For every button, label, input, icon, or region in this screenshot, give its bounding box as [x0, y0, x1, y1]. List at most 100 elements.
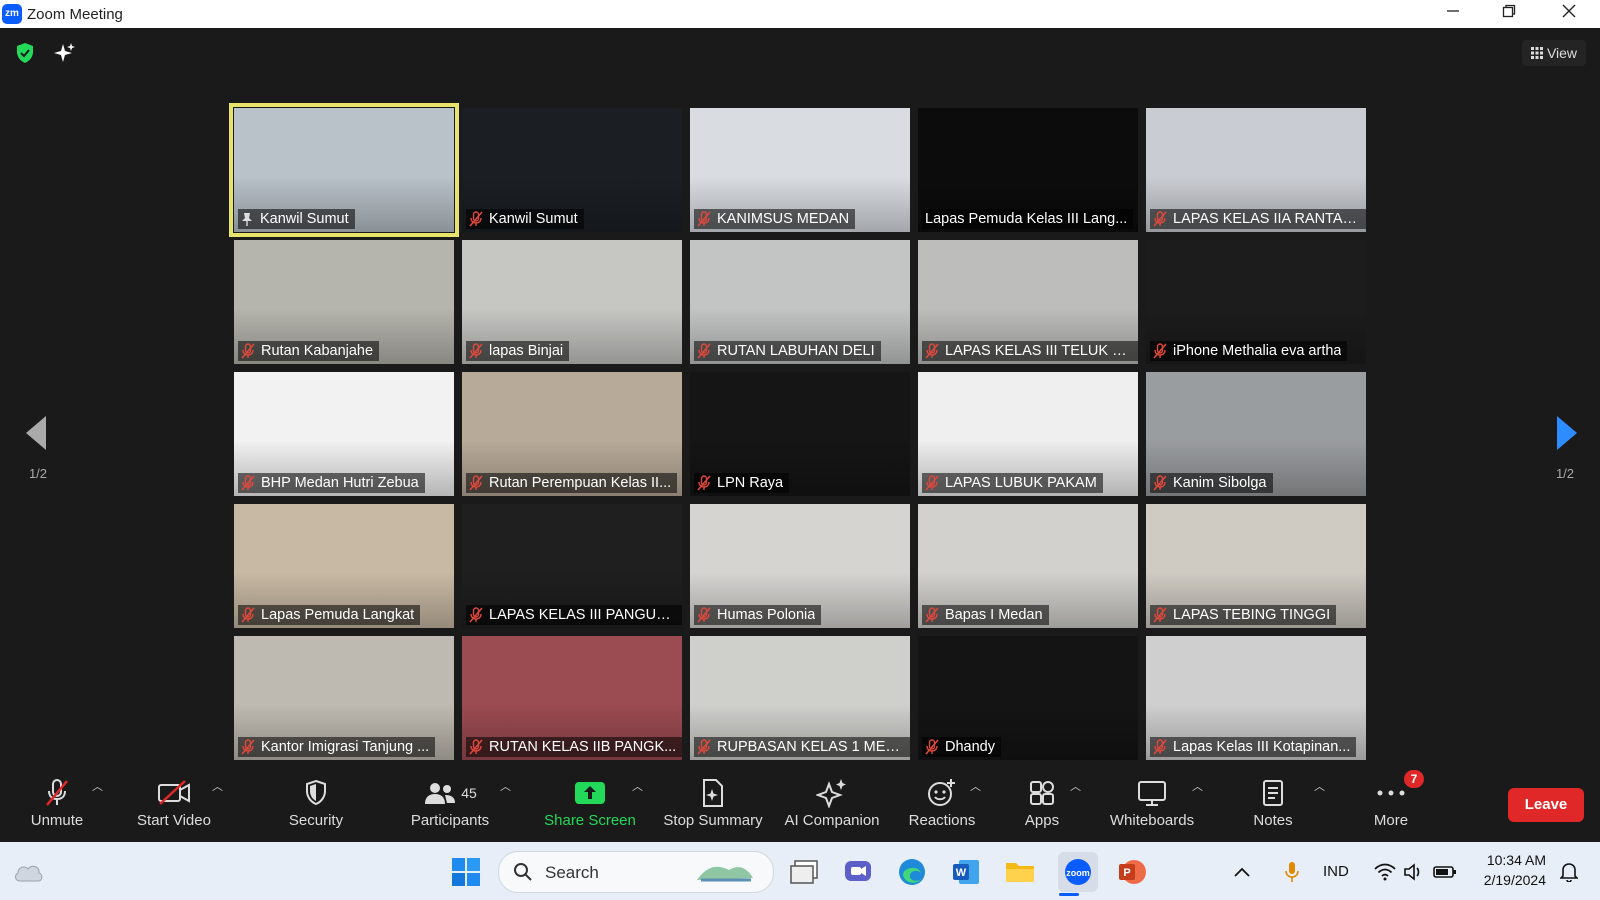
view-button[interactable]: View — [1522, 40, 1586, 66]
restore-button[interactable] — [1486, 0, 1532, 28]
video-options-caret[interactable]: ︿ — [212, 778, 223, 794]
minimize-button[interactable] — [1430, 0, 1476, 28]
mic-off-icon — [469, 475, 483, 491]
task-view-icon[interactable] — [784, 852, 824, 892]
file-explorer-icon[interactable] — [1000, 852, 1040, 892]
whiteboards-button[interactable]: Whiteboards — [1106, 776, 1198, 838]
apps-button[interactable]: Apps — [1010, 776, 1074, 838]
powerpoint-app-icon[interactable]: P — [1112, 852, 1152, 892]
ai-companion-button[interactable]: AI Companion — [778, 776, 886, 838]
participant-video-tile[interactable]: LAPAS KELAS IIA RANTAU... — [1146, 108, 1366, 232]
ai-companion-icon — [816, 779, 846, 808]
mic-off-icon — [241, 739, 255, 755]
participant-name: Kanwil Sumut — [260, 211, 349, 227]
participant-video-tile[interactable]: RUTAN KELAS IIB PANGK... — [462, 636, 682, 760]
stop-summary-button[interactable]: Stop Summary — [660, 776, 766, 838]
audio-options-caret[interactable]: ︿ — [92, 778, 103, 794]
participant-name-label: Kanwil Sumut — [238, 209, 355, 229]
volume-icon[interactable] — [1400, 852, 1426, 892]
participant-name-label: Rutan Perempuan Kelas II... — [466, 473, 678, 493]
notification-bell-icon[interactable] — [1556, 852, 1582, 892]
participant-video-tile[interactable]: lapas Binjai — [462, 240, 682, 364]
leave-button[interactable]: Leave — [1508, 788, 1584, 822]
mic-off-icon — [469, 739, 483, 755]
whiteboards-options-caret[interactable]: ︿ — [1192, 778, 1203, 794]
start-video-button[interactable]: Start Video — [130, 776, 218, 838]
windows-logo-icon — [452, 858, 480, 886]
participant-video-tile[interactable]: Lapas Pemuda Langkat — [234, 504, 454, 628]
participant-name-label: Humas Polonia — [694, 605, 822, 625]
battery-icon[interactable] — [1430, 852, 1460, 892]
teams-chat-icon[interactable] — [838, 852, 878, 892]
edge-browser-icon[interactable] — [892, 852, 932, 892]
search-icon — [514, 863, 532, 881]
start-button[interactable] — [446, 852, 486, 892]
summary-document-icon — [703, 779, 723, 807]
participants-button[interactable]: 45 Participants — [405, 776, 495, 838]
participant-video-tile[interactable]: Lapas Pemuda Kelas III Lang... — [918, 108, 1138, 232]
microphone-tray-icon[interactable] — [1280, 852, 1304, 892]
next-page-button[interactable]: 1/2 — [1545, 412, 1585, 482]
participant-name: Lapas Pemuda Langkat — [261, 607, 415, 623]
participant-name-label: Dhandy — [922, 737, 1001, 757]
participant-video-tile[interactable]: Bapas I Medan — [918, 504, 1138, 628]
participant-video-tile[interactable]: RUPBASAN KELAS 1 MED... — [690, 636, 910, 760]
zoom-running-indicator — [1059, 893, 1079, 896]
tray-overflow-chevron-icon[interactable] — [1230, 852, 1254, 892]
reactions-options-caret[interactable]: ︿ — [970, 778, 981, 794]
previous-page-button[interactable]: 1/2 — [18, 412, 58, 482]
taskbar-search-box[interactable]: Search — [498, 851, 774, 893]
participant-name: LAPAS KELAS III TELUK D... — [945, 343, 1133, 359]
weather-widget-icon[interactable] — [8, 852, 48, 892]
participant-video-tile[interactable]: Lapas Kelas III Kotapinan... — [1146, 636, 1366, 760]
language-indicator[interactable]: IND — [1323, 863, 1349, 880]
participant-video-tile[interactable]: Kanwil Sumut — [462, 108, 682, 232]
participant-video-tile[interactable]: BHP Medan Hutri Zebua — [234, 372, 454, 496]
participant-name-label: Bapas I Medan — [922, 605, 1049, 625]
participant-video-tile[interactable]: RUTAN LABUHAN DELI — [690, 240, 910, 364]
participant-video-tile[interactable]: iPhone Methalia eva artha — [1146, 240, 1366, 364]
participants-options-caret[interactable]: ︿ — [500, 778, 511, 794]
notes-button[interactable]: Notes — [1240, 776, 1306, 838]
participant-video-tile[interactable]: Humas Polonia — [690, 504, 910, 628]
unmute-button[interactable]: Unmute — [22, 776, 92, 838]
mic-off-icon — [241, 475, 255, 491]
whiteboard-icon — [1138, 781, 1166, 806]
zoom-app-icon[interactable]: zoom — [1058, 852, 1098, 892]
clock-date[interactable]: 2/19/2024 — [1476, 872, 1546, 888]
participant-video-tile[interactable]: LPN Raya — [690, 372, 910, 496]
participant-name: RUPBASAN KELAS 1 MED... — [717, 739, 905, 755]
more-button[interactable]: 7 More — [1364, 770, 1424, 838]
close-button[interactable] — [1546, 0, 1592, 28]
participant-video-tile[interactable]: Rutan Perempuan Kelas II... — [462, 372, 682, 496]
share-screen-button[interactable]: Share Screen — [544, 776, 636, 838]
participant-video-tile[interactable]: LAPAS LUBUK PAKAM — [918, 372, 1138, 496]
participant-video-tile[interactable]: KANIMSUS MEDAN — [690, 108, 910, 232]
security-label: Security — [288, 812, 344, 829]
apps-options-caret[interactable]: ︿ — [1070, 778, 1081, 794]
share-options-caret[interactable]: ︿ — [632, 778, 643, 794]
reactions-emoji-icon — [928, 779, 955, 806]
ai-sparkle-icon[interactable] — [53, 42, 75, 64]
participant-video-tile[interactable]: Kanwil Sumut — [229, 103, 459, 237]
participant-name-label: LAPAS TEBING TINGGI — [1150, 605, 1337, 625]
wifi-icon[interactable] — [1372, 852, 1398, 892]
clock-time[interactable]: 10:34 AM — [1482, 852, 1546, 868]
participant-name: Kantor Imigrasi Tanjung ... — [261, 739, 430, 755]
participant-video-tile[interactable]: LAPAS TEBING TINGGI — [1146, 504, 1366, 628]
participant-video-tile[interactable]: Kanim Sibolga — [1146, 372, 1366, 496]
participant-video-tile[interactable]: LAPAS KELAS III PANGUR... — [462, 504, 682, 628]
participant-video-tile[interactable]: Rutan Kabanjahe — [234, 240, 454, 364]
mic-off-icon — [241, 343, 255, 359]
word-app-icon[interactable]: W — [946, 852, 986, 892]
participant-video-tile[interactable]: Kantor Imigrasi Tanjung ... — [234, 636, 454, 760]
page-indicator-right: 1/2 — [1555, 466, 1575, 481]
participant-video-tile[interactable]: Dhandy — [918, 636, 1138, 760]
encryption-shield-icon[interactable] — [14, 42, 36, 64]
minimize-icon — [1447, 10, 1459, 12]
notes-options-caret[interactable]: ︿ — [1314, 778, 1325, 794]
participant-name: Rutan Kabanjahe — [261, 343, 374, 359]
participant-name-label: LAPAS KELAS III PANGUR... — [466, 605, 682, 625]
security-button[interactable]: Security — [280, 776, 352, 838]
participant-video-tile[interactable]: LAPAS KELAS III TELUK D... — [918, 240, 1138, 364]
